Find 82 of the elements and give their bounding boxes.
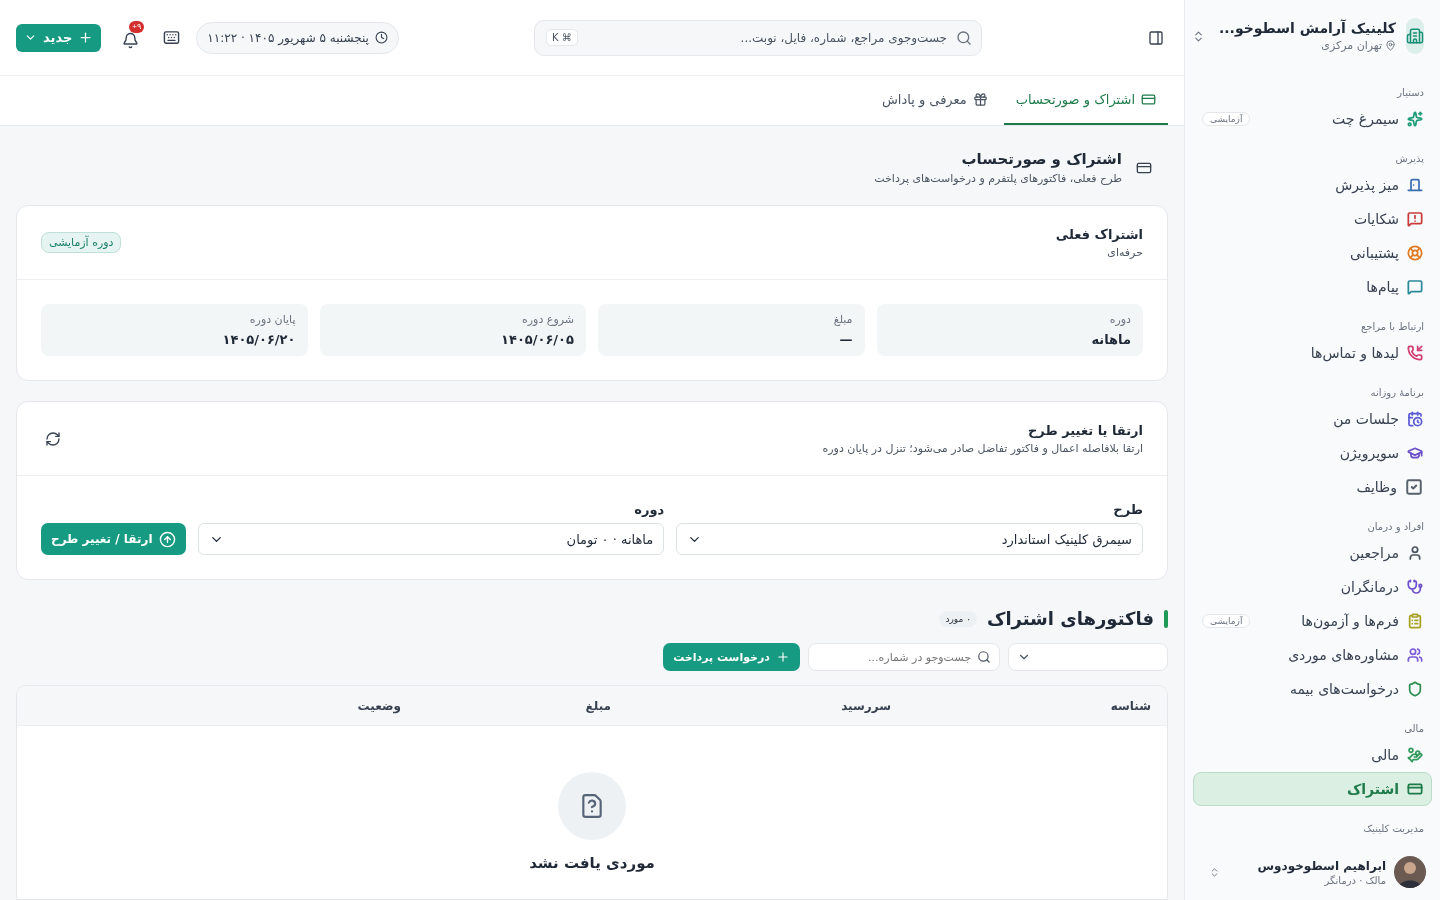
upgrade-button[interactable]: ارتقا / تغییر طرح — [41, 523, 186, 555]
panel-icon — [1148, 29, 1164, 46]
stat-label: مبلغ — [832, 313, 853, 326]
section-title: افراد و درمان — [1366, 520, 1425, 535]
section-heading: فاکتورهای اشتراک — [986, 608, 1154, 629]
plus-icon — [78, 30, 94, 45]
avatar — [1394, 856, 1426, 888]
clock-icon — [374, 31, 388, 44]
tab[interactable]: اشتراک و صورتحساب — [1003, 76, 1168, 125]
search-icon — [977, 650, 991, 664]
user-role: مالک · درمانگر — [1323, 874, 1386, 886]
sidebar-item[interactable]: پشتیبانی — [1193, 236, 1432, 270]
section-title: مالی — [1403, 722, 1425, 736]
clinic-location: تهران مرکزی — [1321, 39, 1382, 52]
accent-bar — [1164, 609, 1168, 628]
card-subtitle: ارتقا بلافاصله اعمال و فاکتور تفاضل صادر می‌شود؛ تنزل در پایان دوره — [822, 441, 1143, 455]
sidebar-item[interactable]: وظایف — [1193, 470, 1432, 504]
user-name: ابراهیم اسطوخودوس — [1256, 858, 1386, 873]
sidebar-item[interactable]: شکایات — [1193, 202, 1432, 236]
gift-icon — [972, 92, 988, 107]
page-title: اشتراک و صورتحساب — [960, 150, 1122, 168]
chevrons-up-down-icon — [1192, 29, 1205, 43]
clinic-logo — [1406, 18, 1424, 54]
section-title: مدیریت کلینیک — [1362, 822, 1425, 836]
chevrons-up-down-icon — [1209, 866, 1220, 878]
trial-badge: دوره آزمایشی — [41, 232, 122, 253]
field-label: طرح — [1112, 502, 1143, 517]
sidebar-item[interactable]: سوپرویژن — [1193, 436, 1432, 470]
arrow-up-circle-icon — [158, 530, 176, 548]
plus-icon — [776, 650, 790, 664]
card-title: ارتقا یا تغییر طرح — [1026, 422, 1143, 438]
sidebar-item[interactable]: لیدها و تماس‌ها — [1193, 336, 1432, 370]
date-time: پنجشنبه ۵ شهریور ۱۴۰۵ · ۱۱:۲۲ — [207, 30, 369, 45]
beta-badge: آزمایشی — [1202, 112, 1251, 126]
plan-name: حرفه‌ای — [1106, 245, 1143, 259]
column-header: سررسید — [840, 698, 891, 713]
sidebar-item[interactable]: پیام‌ها — [1193, 270, 1432, 304]
count-badge: ۰ مورد — [939, 610, 977, 627]
section-title: برنامهٔ روزانه — [1369, 386, 1425, 401]
keyboard-icon — [163, 29, 181, 46]
section-title: پذیرش — [1394, 152, 1425, 167]
clinic-name: کلینیک آرامش اسطوخو... — [1219, 20, 1396, 36]
section-title: ارتباط با مراجع — [1359, 320, 1425, 335]
payment-request-button[interactable]: درخواست پرداخت — [663, 643, 800, 671]
page-subtitle: طرح فعلی، فاکتورهای پلتفرم و درخواست‌های پرداخت — [874, 172, 1122, 185]
card-title: اشتراک فعلی — [1055, 226, 1143, 242]
stat-value: ۱۴۰۵/۰۶/۰۵ — [500, 332, 574, 347]
credit-card-icon — [1141, 92, 1156, 107]
select-field[interactable]: سیمرق کلینیک استاندارد — [676, 523, 1143, 555]
new-button[interactable]: جدید — [16, 23, 102, 52]
section-title: دستیار — [1395, 86, 1425, 100]
stat-label: شروع دوره — [521, 313, 574, 326]
sidebar-item[interactable]: درخواست‌های بیمه — [1193, 672, 1432, 706]
map-pin-icon — [1385, 40, 1396, 51]
stat-label: پایان دوره — [248, 313, 296, 326]
stat-value: — — [838, 332, 853, 347]
tab[interactable]: معرفی و پاداش — [869, 76, 1000, 125]
sidebar-item[interactable]: جلسات من — [1193, 402, 1432, 436]
refresh-icon — [45, 430, 61, 447]
field-label: دوره — [633, 502, 665, 517]
stat-value: ماهانه — [1090, 332, 1131, 347]
search-icon — [956, 29, 972, 46]
empty-state-text: موردی یافت نشد — [529, 854, 655, 872]
sidebar-item[interactable]: مراجعین — [1193, 536, 1432, 570]
stat-value: ۱۴۰۵/۰۶/۲۰ — [221, 332, 296, 347]
notification-button[interactable]: ۹+ — [113, 20, 148, 55]
stat-label: دوره — [1108, 313, 1131, 326]
sidebar-item[interactable]: اشتراک — [1193, 772, 1432, 806]
column-header: شناسه — [1109, 698, 1151, 713]
invoice-search-field[interactable]: جست‌وجو در شماره... — [808, 643, 1000, 671]
bell-icon — [121, 32, 139, 49]
sidebar-item[interactable]: میز پذیرش — [1193, 168, 1432, 202]
sidebar-item[interactable]: مالی — [1193, 738, 1432, 772]
sidebar-item[interactable]: درمانگران — [1193, 570, 1432, 604]
sidebar-item[interactable]: فرم‌ها و آزمون‌ها آزمایشی — [1193, 604, 1432, 638]
column-header: مبلغ — [584, 698, 611, 713]
select-field[interactable]: ماهانه · ۰ تومان — [197, 523, 665, 555]
sidebar-item[interactable]: سیمرغ چت آزمایشی — [1193, 102, 1432, 136]
sidebar-item[interactable]: مشاوره‌های موردی — [1193, 638, 1432, 672]
beta-badge: آزمایشی — [1202, 614, 1251, 628]
notification-count: ۹+ — [129, 20, 144, 33]
column-header: وضعیت — [356, 698, 401, 713]
